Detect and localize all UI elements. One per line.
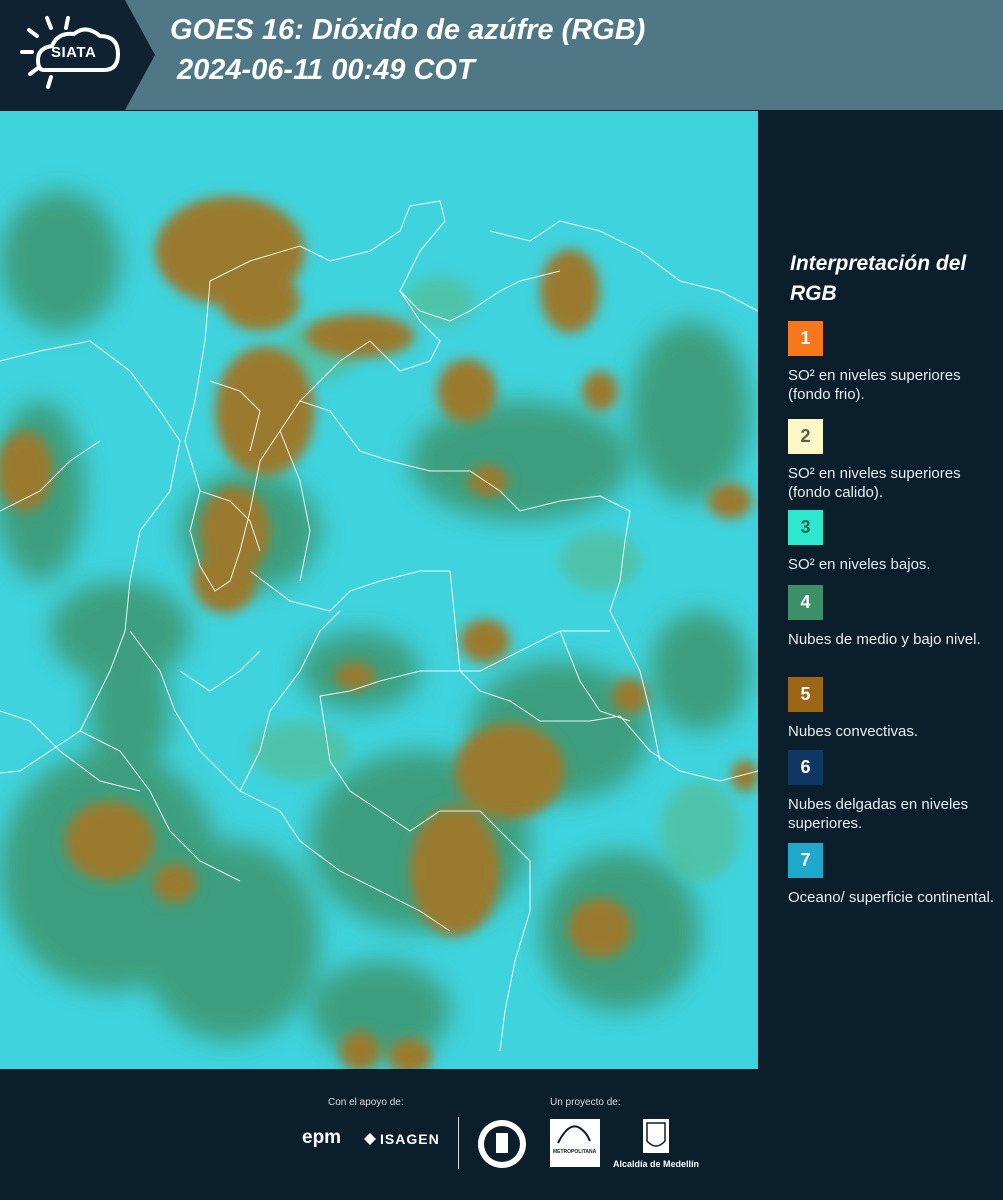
header: SIATA GOES 16: Dióxido de azúfre (RGB) 2… [0, 0, 1003, 110]
legend-item-5: 5 Nubes convectivas. [788, 677, 1000, 741]
alcaldia-shield-icon [643, 1119, 669, 1153]
legend-label-2: SO² en niveles superiores (fondo calido)… [788, 465, 961, 501]
footer: Con el apoyo de: Un proyecto de: epm ISA… [0, 1069, 1003, 1200]
legend-swatch-2: 2 [788, 419, 823, 454]
isagen-logo: ISAGEN [380, 1131, 440, 1147]
area-metropolitana-logo: METROPOLITANA [550, 1119, 600, 1167]
legend-item-4: 4 Nubes de medio y bajo nivel. [788, 585, 1000, 649]
area-metro-text: METROPOLITANA [553, 1149, 597, 1155]
legend-item-3: 3 SO² en niveles bajos. [788, 510, 1000, 574]
legend-title: Interpretación del RGB [790, 252, 967, 305]
page-timestamp: 2024-06-11 00:49 COT [177, 54, 475, 86]
legend-swatch-1: 1 [788, 321, 823, 356]
legend-item-6: 6 Nubes delgadas en niveles superiores. [788, 750, 1000, 833]
alcaldia-logo: Alcaldía de Medellín [613, 1159, 700, 1169]
legend-item-7: 7 Oceano/ superficie continental. [788, 843, 1000, 907]
legend-swatch-6: 6 [788, 750, 823, 785]
legend-swatch-7: 7 [788, 843, 823, 878]
legend-swatch-3: 3 [788, 510, 823, 545]
legend-label-7: Oceano/ superficie continental. [788, 889, 994, 906]
legend-swatch-4: 4 [788, 585, 823, 620]
satellite-map-image [0, 111, 758, 1069]
project-label: Un proyecto de: [550, 1097, 621, 1108]
legend-label-5: Nubes convectivas. [788, 723, 919, 740]
legend-label-4: Nubes de medio y bajo nivel. [788, 631, 981, 648]
legend-label-3: SO² en niveles bajos. [788, 556, 931, 573]
footer-divider [458, 1117, 459, 1169]
legend-swatch-5: 5 [788, 677, 823, 712]
page-title: GOES 16: Dióxido de azúfre (RGB) [170, 14, 646, 46]
area-logo-icon [557, 1125, 591, 1144]
logo-text: SIATA [51, 44, 97, 61]
satellite-map[interactable] [0, 111, 758, 1069]
legend-label-6: Nubes delgadas en niveles superiores. [788, 796, 969, 832]
legend-item-2: 2 SO² en niveles superiores (fondo calid… [788, 419, 1000, 502]
epm-logo: epm [302, 1127, 342, 1148]
medellin-seal-icon [478, 1120, 526, 1168]
support-label: Con el apoyo de: [328, 1097, 404, 1108]
legend-panel: Interpretación del RGB 1 SO² en niveles … [760, 111, 1003, 1069]
isagen-logo-icon [364, 1133, 376, 1145]
logo-block: SIATA [0, 0, 155, 110]
legend-item-1: 1 SO² en niveles superiores (fondo frio)… [788, 321, 1000, 404]
legend-label-1: SO² en niveles superiores (fondo frio). [788, 367, 961, 403]
